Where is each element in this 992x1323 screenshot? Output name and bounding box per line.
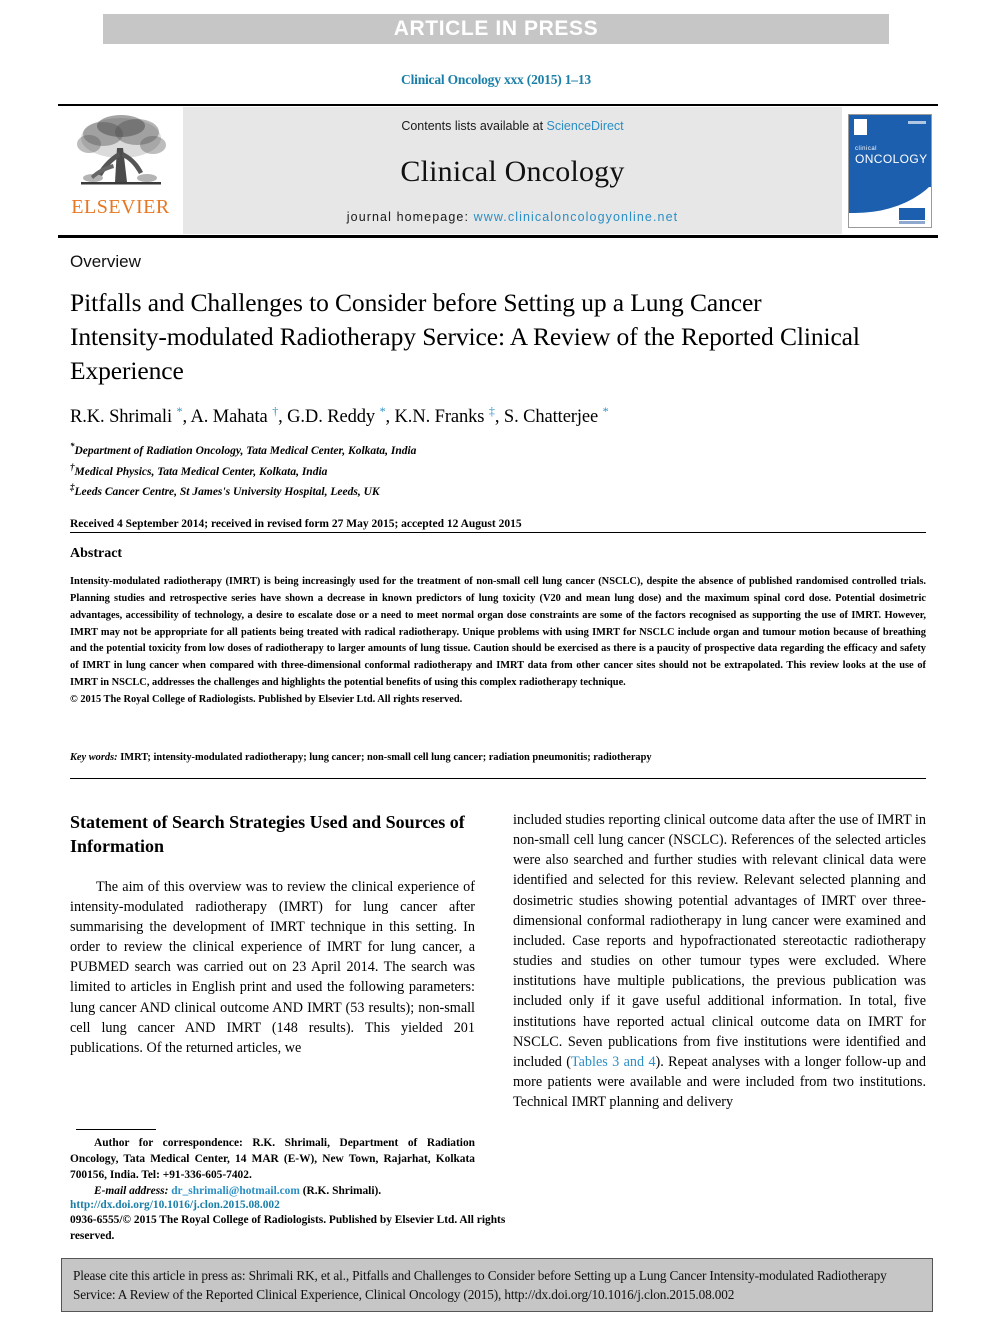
affiliation-line: *Department of Radiation Oncology, Tata …	[70, 440, 417, 457]
keywords-label: Key words:	[70, 752, 118, 763]
abstract-body: Intensity-modulated radiotherapy (IMRT) …	[70, 576, 926, 689]
affiliation-list: *Department of Radiation Oncology, Tata …	[70, 440, 930, 502]
sciencedirect-link[interactable]: ScienceDirect	[547, 119, 624, 133]
affiliation-line: †Medical Physics, Tata Medical Center, K…	[70, 461, 328, 478]
citation-footer-box: Please cite this article in press as: Sh…	[61, 1258, 933, 1312]
body-paragraph-right: included studies reporting clinical outc…	[513, 810, 926, 1112]
author-list: R.K. Shrimali *, A. Mahata †, G.D. Reddy…	[70, 403, 609, 427]
journal-homepage-link[interactable]: www.clinicaloncologyonline.net	[474, 210, 679, 224]
article-page: ARTICLE IN PRESS Clinical Oncology xxx (…	[0, 0, 992, 1323]
article-in-press-banner: ARTICLE IN PRESS	[103, 14, 889, 44]
cover-badge-icon	[899, 207, 925, 220]
doi-link[interactable]: http://dx.doi.org/10.1016/j.clon.2015.08…	[70, 1198, 540, 1213]
body-paragraph-left: The aim of this overview was to review t…	[70, 878, 475, 1056]
journal-title: Clinical Oncology	[400, 154, 625, 188]
journal-masthead: ELSEVIER Contents lists available at Sci…	[58, 104, 938, 238]
footnote-email-label: E-mail address:	[94, 1184, 169, 1197]
cover-clinical-label: clinical	[855, 145, 878, 152]
keywords-line: Key words: IMRT; intensity-modulated rad…	[70, 752, 926, 763]
page-title: Pitfalls and Challenges to Consider befo…	[70, 288, 860, 385]
affiliation-marker: *	[70, 440, 75, 451]
abstract-heading: Abstract	[70, 546, 123, 561]
abstract-bottom-divider	[70, 778, 926, 779]
issn-copyright-line: 0936-6555/© 2015 The Royal College of Ra…	[70, 1214, 506, 1242]
article-history: Received 4 September 2014; received in r…	[70, 517, 522, 530]
section-heading-search-strategies: Statement of Search Strategies Used and …	[70, 812, 465, 857]
contents-lists-prefix: Contents lists available at	[401, 119, 547, 133]
cover-topright-rule	[908, 120, 926, 124]
cover-elsevier-mark-icon	[854, 118, 867, 135]
cover-oncology-label: ONCOLOGY	[855, 151, 928, 166]
body-right-part1: included studies reporting clinical outc…	[513, 812, 926, 1070]
journal-cover-thumbnail: clinical ONCOLOGY	[848, 113, 932, 228]
affiliation-marker: †	[70, 461, 75, 472]
cover-badge-underline	[899, 220, 925, 224]
keywords-values: IMRT; intensity-modulated radiotherapy; …	[120, 752, 652, 763]
elsevier-wordmark: ELSEVIER	[71, 196, 170, 218]
elsevier-tree-icon	[76, 115, 166, 185]
journal-cover-cell: clinical ONCOLOGY	[842, 106, 938, 235]
article-in-press-label: ARTICLE IN PRESS	[393, 17, 599, 40]
footnote-divider	[76, 1129, 156, 1130]
footnote-email-suffix: (R.K. Shrimali).	[302, 1184, 382, 1197]
author-email-link[interactable]: dr_shrimali@hotmail.com	[171, 1185, 300, 1197]
article-type-label: Overview	[70, 252, 141, 271]
affiliation-line: ‡Leeds Cancer Centre, St James's Univers…	[70, 482, 380, 498]
journal-homepage-line: journal homepage: www.clinicaloncologyon…	[347, 210, 678, 224]
article-header: Overview Pitfalls and Challenges to Cons…	[70, 252, 930, 530]
masthead-center-panel: Contents lists available at ScienceDirec…	[183, 107, 842, 234]
abstract-section: Abstract Intensity-modulated radiotherap…	[70, 546, 926, 709]
contents-lists-line: Contents lists available at ScienceDirec…	[401, 119, 623, 133]
footnote-block: Author for correspondence: R.K. Shrimali…	[70, 1136, 475, 1200]
elsevier-logo: ELSEVIER	[58, 106, 183, 235]
citation-footer-text: Please cite this article in press as: Sh…	[73, 1268, 887, 1302]
footnote-correspondence: Author for correspondence: R.K. Shrimali…	[70, 1137, 475, 1181]
journal-homepage-prefix: journal homepage:	[346, 210, 474, 224]
journal-reference-line: Clinical Oncology xxx (2015) 1–13	[401, 72, 591, 87]
abstract-top-divider	[70, 532, 926, 533]
doi-block: http://dx.doi.org/10.1016/j.clon.2015.08…	[70, 1198, 540, 1244]
tables-3-and-4-link[interactable]: Tables 3 and 4	[571, 1054, 656, 1070]
body-column-right: included studies reporting clinical outc…	[513, 810, 926, 1112]
affiliation-marker: ‡	[70, 482, 75, 493]
abstract-copyright: © 2015 The Royal College of Radiologists…	[70, 693, 463, 705]
body-column-left: Statement of Search Strategies Used and …	[70, 810, 475, 1058]
